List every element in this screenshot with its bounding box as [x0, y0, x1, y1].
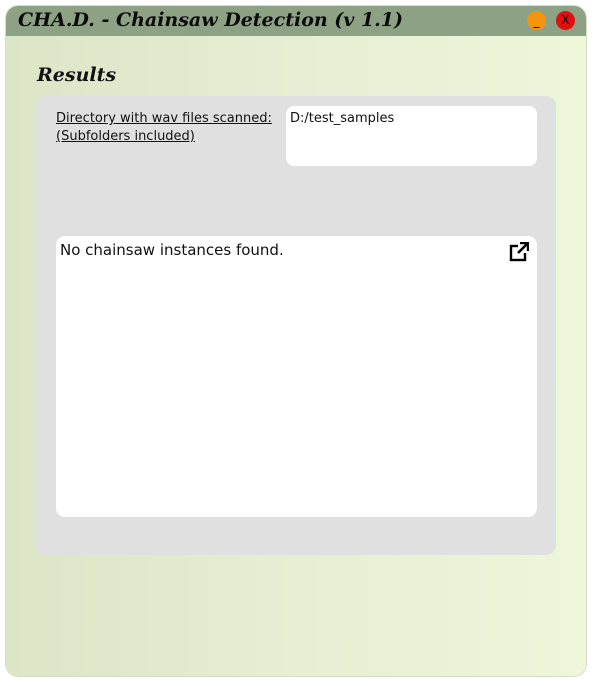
directory-label-line2: (Subfolders included)	[56, 129, 195, 144]
results-output-area[interactable]: No chainsaw instances found.	[56, 236, 537, 517]
close-button[interactable]: X	[556, 11, 575, 30]
directory-label-line1: Directory with wav files scanned:	[56, 111, 272, 126]
directory-label: Directory with wav files scanned: (Subfo…	[56, 110, 276, 146]
close-icon: X	[561, 13, 570, 27]
minimize-icon: _	[533, 14, 540, 28]
title-bar[interactable]: CHA.D. - Chainsaw Detection (v 1.1) _ X	[6, 6, 586, 36]
external-link-icon[interactable]	[509, 242, 529, 262]
app-window: CHA.D. - Chainsaw Detection (v 1.1) _ X …	[6, 6, 586, 676]
directory-value: D:/test_samples	[290, 111, 395, 126]
directory-field: D:/test_samples	[286, 106, 537, 166]
results-output-text: No chainsaw instances found.	[60, 241, 284, 259]
results-panel: Directory with wav files scanned: (Subfo…	[36, 96, 556, 555]
minimize-button[interactable]: _	[527, 11, 546, 30]
window-title: CHA.D. - Chainsaw Detection (v 1.1)	[18, 9, 404, 31]
results-heading: Results	[37, 64, 117, 86]
